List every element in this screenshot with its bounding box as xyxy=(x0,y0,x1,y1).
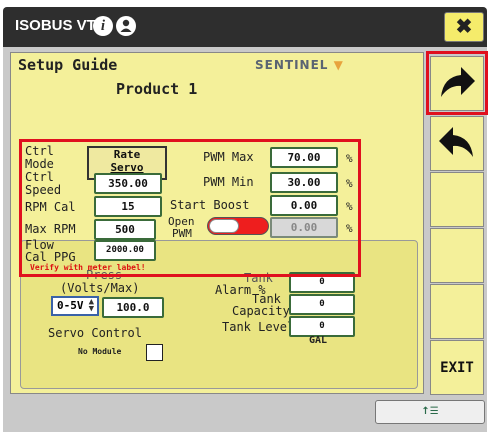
open-pwm-field: 0.00 xyxy=(270,217,338,238)
product-label: Product 1 xyxy=(116,80,198,98)
ctrl-mode-value-1: Rate xyxy=(113,148,141,161)
pwm-max-unit: % xyxy=(346,152,353,165)
title-bar: ISOBUS VT i xyxy=(3,7,487,47)
page-title: Setup Guide xyxy=(18,56,118,74)
exit-button[interactable]: EXIT xyxy=(430,340,484,395)
start-boost-unit: % xyxy=(346,200,353,213)
servo-control-label: Servo Control xyxy=(48,326,142,340)
menu-toggle-button[interactable]: ↑☰ xyxy=(375,400,485,424)
softkey-4[interactable] xyxy=(430,228,484,283)
pwm-min-unit: % xyxy=(346,177,353,190)
forward-arrow-icon xyxy=(441,67,475,97)
tank-level-label: Tank Level xyxy=(222,320,295,334)
no-module-label: No Module xyxy=(78,347,122,356)
brand-mark-icon: ▼ xyxy=(333,58,344,72)
range-value: 0-5V xyxy=(57,299,84,312)
flow-cal-label-2: Cal PPG xyxy=(25,250,76,264)
pwm-min-label: PWM Min xyxy=(203,175,254,189)
tank-level-unit: GAL xyxy=(309,335,328,346)
stepper-arrows-icon[interactable]: ▲ ▼ xyxy=(89,298,94,314)
rpm-cal-label: RPM Cal xyxy=(25,200,76,214)
user-info-icon[interactable] xyxy=(116,16,136,36)
open-pwm-toggle[interactable] xyxy=(207,217,269,235)
range-stepper[interactable]: 0-5V ▲ ▼ xyxy=(51,296,99,316)
volts-max-label: (Volts/Max) xyxy=(60,281,140,295)
tank-capacity-label-2: Capacity xyxy=(232,304,290,318)
ctrl-speed-label-1: Ctrl xyxy=(25,170,54,184)
softkey-5[interactable] xyxy=(430,284,484,339)
close-button[interactable]: ✖ xyxy=(444,12,484,42)
start-boost-field[interactable]: 0.00 xyxy=(270,195,338,216)
max-rpm-label: Max RPM xyxy=(25,222,76,236)
tank-capacity-field[interactable]: 0 xyxy=(289,294,355,315)
max-rpm-field[interactable]: 500 xyxy=(94,219,156,240)
softkey-3[interactable] xyxy=(430,172,484,227)
flow-cal-field[interactable]: 2000.00 xyxy=(94,240,156,261)
back-arrow-icon xyxy=(439,127,473,157)
volts-max-field[interactable]: 100.0 xyxy=(102,297,164,318)
start-boost-label: Start Boost xyxy=(170,198,250,212)
app-title: ISOBUS VT xyxy=(15,17,96,34)
next-button[interactable] xyxy=(430,56,484,111)
open-pwm-label-2: PWM xyxy=(172,227,192,240)
brand-logo: SENTINEL ▼ xyxy=(255,58,344,72)
pwm-max-field[interactable]: 70.00 xyxy=(270,147,338,168)
ctrl-mode-label-1: Ctrl xyxy=(25,144,54,158)
press-label: Press xyxy=(86,268,123,282)
tank-alarm-field[interactable]: 0 xyxy=(289,272,355,293)
ctrl-speed-label-2: Speed xyxy=(25,183,62,197)
rpm-cal-field[interactable]: 15 xyxy=(94,196,162,217)
tank-level-field: 0 xyxy=(289,316,355,337)
pwm-max-label: PWM Max xyxy=(203,150,254,164)
open-pwm-unit: % xyxy=(346,222,353,235)
ctrl-speed-field[interactable]: 350.00 xyxy=(94,173,162,194)
no-module-checkbox[interactable] xyxy=(146,344,163,361)
pwm-min-field[interactable]: 30.00 xyxy=(270,172,338,193)
toggle-knob xyxy=(209,219,239,233)
ctrl-mode-label-2: Mode xyxy=(25,157,54,171)
info-icon[interactable]: i xyxy=(93,16,113,36)
back-button[interactable] xyxy=(430,116,484,171)
